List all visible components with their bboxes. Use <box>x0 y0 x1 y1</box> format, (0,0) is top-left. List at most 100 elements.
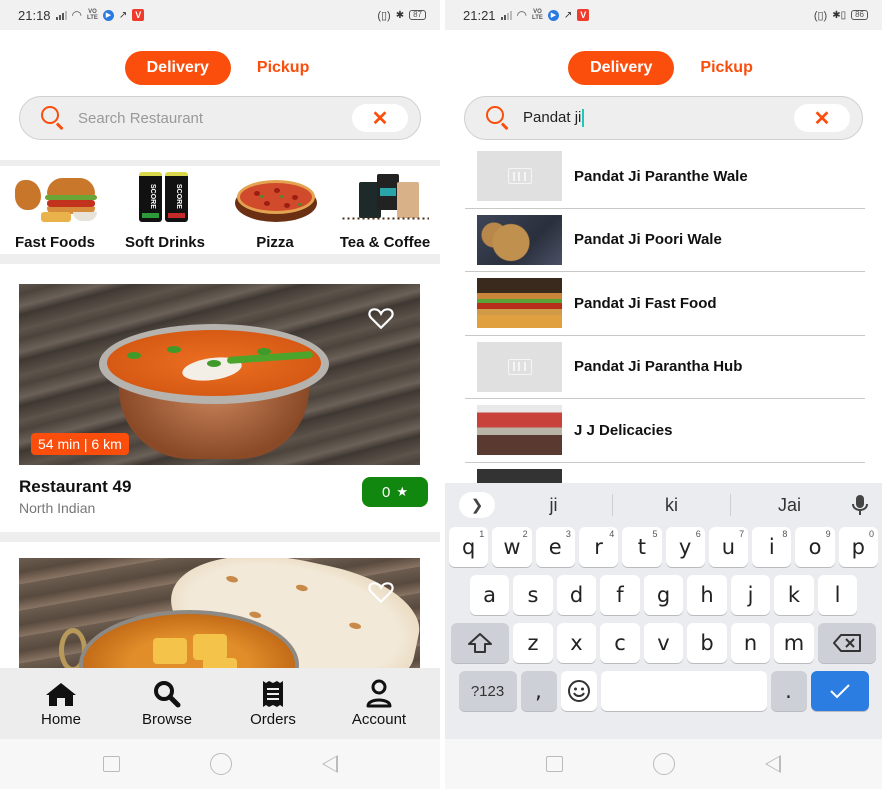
letter-keys: zxcvbnm <box>513 623 814 663</box>
home-button[interactable] <box>653 753 675 775</box>
key-b[interactable]: b <box>687 623 727 663</box>
key-r[interactable]: r4 <box>578 527 619 567</box>
key-e[interactable]: e3 <box>535 527 575 567</box>
space-key[interactable] <box>600 671 767 711</box>
star-icon: ★ <box>396 484 408 499</box>
search-result-item[interactable]: Pandat Ji Parantha Hub <box>465 336 865 399</box>
restaurant-card[interactable]: 54 min | 6 km Restaurant 49 North Indian… <box>0 264 440 516</box>
clear-search-button[interactable]: ✕ <box>794 104 850 132</box>
nav-browse[interactable]: Browse <box>122 679 212 728</box>
key-x[interactable]: x <box>556 623 597 663</box>
key-g[interactable]: g <box>643 575 684 615</box>
search-result-item[interactable]: Pandat Ji Fast Food <box>465 272 865 336</box>
key-label: a <box>483 583 496 607</box>
key-j[interactable]: j <box>730 575 771 615</box>
suggestion[interactable]: ji <box>495 495 612 516</box>
status-bar: 21:18 ◠ VO LTE ▶ ↗ V (▯) ✱ 87 <box>0 0 440 30</box>
app-notification-icon: ▶ <box>102 9 114 21</box>
key-h[interactable]: h <box>687 575 727 615</box>
key-i[interactable]: i8 <box>752 527 792 567</box>
delivery-tab[interactable]: Delivery <box>124 51 231 85</box>
search-icon <box>485 105 511 131</box>
bluetooth-icon: ✱ <box>395 9 405 21</box>
emoji-icon <box>567 680 590 702</box>
restaurant-thumbnail <box>477 214 562 265</box>
period-key[interactable]: . <box>770 671 807 711</box>
emoji-key[interactable] <box>560 671 597 711</box>
key-d[interactable]: d <box>556 575 597 615</box>
notification-icon: ↗ <box>563 9 573 21</box>
close-icon: ✕ <box>371 107 389 130</box>
search-input[interactable]: Pandat ji <box>523 109 794 128</box>
heart-icon[interactable] <box>368 580 394 604</box>
suggestion[interactable]: Jai <box>731 495 848 516</box>
key-f[interactable]: f <box>600 575 640 615</box>
nav-home[interactable]: Home <box>16 679 106 728</box>
category-soft-drinks[interactable]: SCORE SCORE Soft Drinks <box>110 170 220 254</box>
delivery-mode-toggle: Delivery Pickup <box>445 50 882 86</box>
restaurant-image <box>19 558 420 678</box>
category-fast-foods[interactable]: Fast Foods <box>0 170 110 254</box>
key-t[interactable]: t5 <box>622 527 662 567</box>
key-z[interactable]: z <box>513 623 553 663</box>
key-label: l <box>834 583 841 607</box>
placeholder-thumbnail <box>477 341 562 392</box>
pickup-tab[interactable]: Pickup <box>251 51 315 85</box>
category-pizza[interactable]: Pizza <box>220 170 330 254</box>
suggestion[interactable]: ki <box>613 495 730 516</box>
symbols-key[interactable]: ?123 <box>458 671 517 711</box>
comma-key[interactable]: , <box>520 671 557 711</box>
close-icon: ✕ <box>813 107 831 130</box>
battery-indicator: 86 <box>851 10 868 20</box>
key-n[interactable]: n <box>730 623 771 663</box>
home-screen: 21:18 ◠ VO LTE ▶ ↗ V (▯) ✱ 87 Delivery Pi… <box>0 0 440 789</box>
shift-key[interactable] <box>451 623 510 663</box>
key-s[interactable]: s <box>513 575 553 615</box>
nav-orders[interactable]: Orders <box>228 679 318 728</box>
key-l[interactable]: l <box>817 575 858 615</box>
enter-key[interactable] <box>810 671 869 711</box>
result-name: Pandat Ji Parantha Hub <box>574 358 743 376</box>
key-hint: 0 <box>868 529 874 539</box>
back-button[interactable] <box>321 755 338 773</box>
vibrate-icon: (▯) <box>377 9 391 22</box>
expand-toolbar-button[interactable]: ❯ <box>459 492 495 518</box>
back-button[interactable] <box>765 755 781 773</box>
search-input[interactable]: Search Restaurant <box>78 110 352 127</box>
key-label: x <box>570 631 583 655</box>
key-u[interactable]: u7 <box>708 527 749 567</box>
key-q[interactable]: q1 <box>449 527 489 567</box>
key-m[interactable]: m <box>774 623 814 663</box>
key-c[interactable]: c <box>600 623 640 663</box>
search-result-item[interactable]: Pandat Ji Poori Wale <box>465 209 865 272</box>
search-result-item[interactable]: Pandat Ji Paranthe Wale <box>465 145 865 209</box>
home-button[interactable] <box>209 753 232 775</box>
category-tea-coffee[interactable]: Tea & Coffee <box>330 170 440 254</box>
bottom-navigation: Home Browse Orders Account <box>0 668 440 739</box>
key-k[interactable]: k <box>774 575 814 615</box>
clear-search-button[interactable]: ✕ <box>352 104 408 132</box>
pickup-tab[interactable]: Pickup <box>694 51 758 85</box>
system-navigation-bar <box>0 739 440 789</box>
key-a[interactable]: a <box>469 575 510 615</box>
recents-button[interactable] <box>102 756 120 772</box>
heart-icon[interactable] <box>368 306 394 330</box>
category-list[interactable]: Fast Foods SCORE SCORE Soft Drinks Pizza <box>0 166 440 254</box>
backspace-key[interactable] <box>817 623 876 663</box>
key-p[interactable]: p0 <box>838 527 878 567</box>
key-o[interactable]: o9 <box>795 527 835 567</box>
key-y[interactable]: y6 <box>665 527 705 567</box>
vibrate-icon: (▯) <box>813 9 828 22</box>
search-result-item[interactable]: J J Delicacies <box>465 399 865 463</box>
restaurant-card[interactable] <box>0 542 440 678</box>
recents-button[interactable] <box>546 756 563 772</box>
key-v[interactable]: v <box>643 623 684 663</box>
nav-account[interactable]: Account <box>334 679 424 728</box>
restaurant-cuisine: North Indian <box>19 500 96 516</box>
key-w[interactable]: w2 <box>492 527 532 567</box>
pizza-image <box>231 170 319 226</box>
key-hint: 7 <box>739 529 745 539</box>
status-bar: 21:21 ◠ VO LTE ▶ ↗ V (▯) ✱▯ 86 <box>445 0 882 30</box>
delivery-tab[interactable]: Delivery <box>568 51 675 85</box>
microphone-icon[interactable] <box>848 494 872 516</box>
